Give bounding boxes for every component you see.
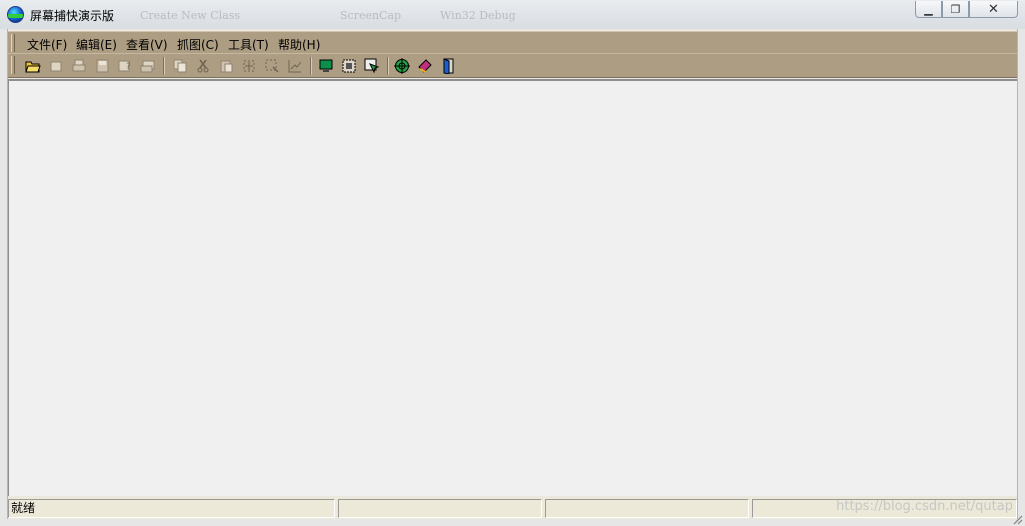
ghost-text-config: Win32 Debug [440,9,516,22]
svg-text:?: ? [126,62,131,72]
ghost-text-class: Create New Class [140,9,240,22]
menu-view[interactable]: 查看(V) [126,36,168,53]
ghost-text-project: ScreenCap [340,9,402,22]
menu-capture[interactable]: 抓图(C) [177,36,219,53]
print-icon[interactable] [70,57,88,75]
status-pane-1 [338,499,542,518]
menu-edit[interactable]: 编辑(E) [76,36,117,53]
menu-tools[interactable]: 工具(T) [228,36,269,53]
close-button[interactable]: ✕ [969,1,1018,18]
target-icon[interactable] [393,57,411,75]
window-frame-left [0,29,8,526]
print-preview-icon[interactable] [139,57,157,75]
select-region-icon[interactable] [240,57,258,75]
menu-file[interactable]: 文件(F) [27,36,67,53]
status-message: 就绪 [8,499,335,518]
toolbar-separator [310,57,312,75]
app-globe-icon[interactable] [7,6,24,23]
exit-door-icon[interactable] [439,57,457,75]
select-window-icon[interactable] [263,57,281,75]
chart-icon[interactable] [286,57,304,75]
fullscreen-capture-icon[interactable] [340,57,358,75]
book-icon[interactable] [416,57,434,75]
toolbar-separator [163,57,165,75]
help-query-icon[interactable]: ? [116,57,134,75]
menu-help[interactable]: 帮助(H) [278,36,320,53]
resize-grip-icon[interactable] [1011,513,1023,525]
menubar-grip[interactable] [11,34,15,52]
monitor-icon[interactable] [317,57,335,75]
close-icon: ✕ [988,1,999,17]
restore-icon: ❐ [950,2,961,16]
minimize-icon: ▁ [924,2,933,16]
toolbar: ? [8,53,1017,78]
title-bar[interactable]: 屏幕捕快演示版 Create New Class ScreenCap Win32… [0,0,1025,29]
open-folder-icon[interactable] [24,57,42,75]
paste-icon[interactable] [217,57,235,75]
new-icon[interactable] [47,57,65,75]
window-frame-right [1017,29,1025,526]
menu-bar: 文件(F) 编辑(E) 查看(V) 抓图(C) 工具(T) 帮助(H) [8,31,1017,53]
status-pane-2 [545,499,749,518]
window-frame-bottom [0,515,1025,526]
cursor-capture-icon[interactable] [363,57,381,75]
copy-icon[interactable] [171,57,189,75]
save-icon[interactable] [93,57,111,75]
minimize-button[interactable]: ▁ [915,1,942,18]
status-bar: 就绪 https://blog.csdn.net/qutap [8,497,1017,519]
capture-canvas[interactable] [8,79,1017,496]
toolbar-grip[interactable] [11,56,15,74]
cut-icon[interactable] [194,57,212,75]
restore-button[interactable]: ❐ [942,1,969,18]
window-title: 屏幕捕快演示版 [30,9,115,23]
watermark-text: https://blog.csdn.net/qutap [836,499,1013,514]
toolbar-separator [387,57,389,75]
